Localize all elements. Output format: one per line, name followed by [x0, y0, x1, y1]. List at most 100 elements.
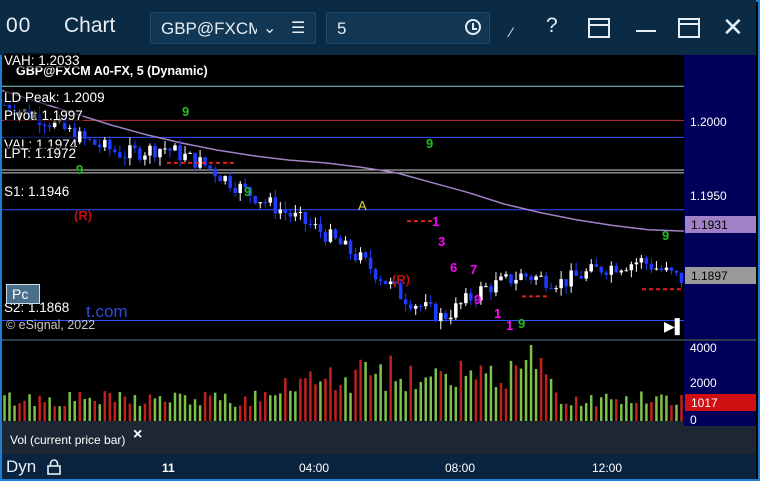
chevron-down-icon[interactable]: ⌄	[263, 18, 276, 38]
volume-bar	[364, 361, 367, 421]
volume-bar	[8, 392, 11, 421]
volume-bar	[299, 378, 302, 421]
pin-icon[interactable]: ⁄	[510, 24, 512, 40]
symbol-selector[interactable]: GBP@FXCM ⌄ ☰	[150, 12, 316, 44]
pc-button[interactable]: Pc	[6, 284, 40, 304]
volume-bar	[173, 392, 177, 421]
hamburger-menu-icon[interactable]: ☰	[291, 18, 305, 38]
candle-body	[323, 232, 328, 242]
symbol-input[interactable]: GBP@FXCM	[161, 19, 257, 39]
volume-bar	[469, 370, 473, 421]
candle-body	[544, 275, 548, 288]
candle-body	[529, 276, 533, 280]
candle-body	[67, 127, 72, 129]
go-to-end-icon[interactable]: ▶▌	[664, 318, 685, 335]
page-layout-icon[interactable]	[588, 18, 610, 38]
candle-body	[103, 139, 107, 148]
sequence-marker: 9	[76, 162, 84, 177]
volume-bar	[98, 404, 102, 421]
interval-input[interactable]: 5	[337, 19, 346, 39]
sequence-marker: 7	[470, 262, 478, 277]
time-axis-label: 11	[162, 461, 175, 475]
close-study-icon[interactable]: ×	[133, 426, 142, 444]
volume-bar	[464, 375, 468, 421]
candle-body	[564, 279, 568, 287]
candle-body	[308, 224, 313, 226]
maximize-icon[interactable]	[678, 18, 700, 38]
volume-bar	[374, 373, 377, 421]
candle-body	[664, 267, 669, 271]
candle-body	[123, 157, 127, 159]
candle-body	[619, 270, 624, 273]
volume-bar	[168, 402, 172, 421]
candle-body	[278, 209, 283, 214]
volume-bar	[339, 384, 342, 421]
clock-icon[interactable]	[465, 19, 481, 35]
volume-bar	[389, 355, 392, 421]
ma-price-tag: 1.1931	[685, 216, 756, 233]
vah-level-label: VAH: 1.2033	[4, 53, 80, 68]
lock-icon[interactable]	[46, 459, 62, 475]
candle-body	[594, 264, 598, 267]
volume-bar	[404, 391, 407, 421]
volume-bar	[640, 391, 643, 421]
volume-bar	[660, 394, 663, 421]
volume-bar	[489, 365, 493, 421]
volume-bar	[289, 390, 292, 421]
volume-bar	[519, 368, 523, 421]
candle-body	[293, 212, 298, 217]
close-icon[interactable]: ✕	[722, 12, 744, 43]
volume-bar	[123, 396, 127, 421]
candle-body	[494, 280, 498, 293]
volume-bar	[459, 360, 463, 421]
candle-body	[303, 212, 308, 225]
volume-bar	[479, 365, 483, 421]
candle-body	[539, 275, 543, 277]
candle-body	[649, 263, 654, 270]
candle-body	[42, 124, 47, 126]
minimize-icon[interactable]	[636, 30, 656, 32]
volume-bar	[574, 396, 578, 421]
volume-bar	[233, 406, 237, 421]
volume-bar	[13, 405, 16, 421]
volume-bar	[635, 402, 638, 421]
copyright-text: © eSignal, 2022	[6, 318, 96, 332]
volume-chart-canvas[interactable]	[2, 341, 684, 421]
price-axis-label: 1.1950	[690, 189, 727, 203]
time-axis-label: 04:00	[299, 461, 330, 475]
candle-body	[128, 145, 132, 159]
candle-body	[644, 258, 649, 264]
volume-bar	[329, 367, 332, 421]
dynamic-mode-label[interactable]: Dyn	[6, 457, 36, 477]
candle-body	[188, 152, 192, 154]
candle-body	[383, 280, 388, 285]
volume-axis[interactable]: 4000 2000 1017 0	[684, 341, 756, 427]
candle-body	[143, 155, 147, 160]
candle-body	[358, 252, 363, 261]
volume-bar	[429, 376, 433, 421]
volume-bar	[319, 381, 322, 421]
interval-selector[interactable]: 5	[326, 12, 490, 44]
candle-body	[609, 265, 614, 275]
candle-body	[368, 257, 373, 270]
time-axis[interactable]: Dyn 11 04:00 08:00 12:00	[2, 454, 756, 479]
volume-pane[interactable]	[2, 341, 684, 421]
volume-bar	[650, 402, 653, 421]
candle-body	[193, 152, 197, 168]
volume-bar	[630, 403, 633, 421]
candle-body	[183, 153, 187, 161]
candle-body	[489, 286, 493, 293]
candle-body	[554, 288, 558, 290]
help-icon[interactable]: ?	[546, 14, 558, 38]
sequence-marker: 9	[244, 184, 252, 199]
candle-body	[273, 197, 278, 214]
volume-bar	[524, 359, 528, 421]
candle-body	[444, 312, 448, 320]
price-axis[interactable]: 1.2000 1.1950 1.1931 1.1897	[684, 55, 756, 339]
candle-body	[574, 270, 578, 276]
volume-bar	[670, 405, 673, 421]
volume-legend-label: Vol (current price bar)	[10, 433, 126, 447]
volume-axis-label: 4000	[690, 341, 717, 355]
sequence-marker: 1	[494, 306, 502, 321]
window-title: Chart	[64, 14, 116, 37]
